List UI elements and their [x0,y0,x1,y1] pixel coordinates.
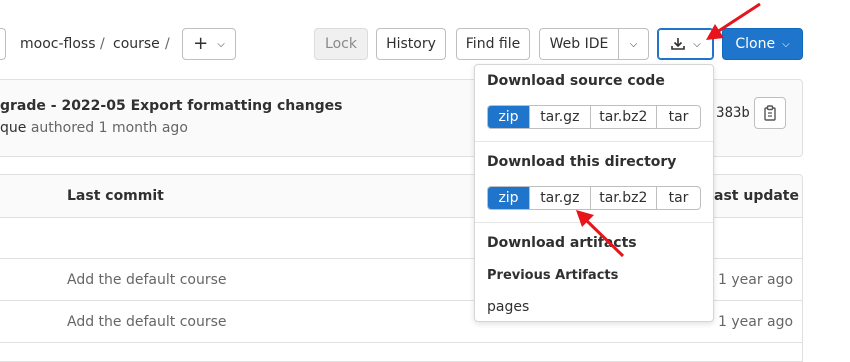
breadcrumb-separator: / [165,36,170,52]
source-format-group: zip tar.gz tar.bz2 tar [487,105,701,129]
header-last-update: ast update [714,188,799,204]
web-ide-dropdown-toggle[interactable]: ⌵ [618,28,649,60]
divider [475,141,713,142]
download-icon [671,38,686,50]
directory-targz-option[interactable]: tar.gz [529,187,590,209]
chevron-down-icon: ⌵ [217,38,225,50]
table-row[interactable] [0,342,803,362]
plus-icon: + [193,33,209,54]
chevron-down-icon: ⌵ [693,38,701,50]
copy-icon [764,105,776,121]
header-last-commit: Last commit [67,188,164,204]
row-commit-message[interactable]: Add the default course [67,314,227,330]
source-zip-option[interactable]: zip [488,106,530,128]
lock-button[interactable]: Lock [314,28,368,60]
source-targz-option[interactable]: tar.gz [529,106,590,128]
commit-author[interactable]: que [0,120,26,136]
row-commit-message[interactable]: Add the default course [67,272,227,288]
commit-sha[interactable]: 383b [713,98,753,128]
download-artifacts-heading: Download artifacts [487,235,637,251]
add-to-tree-button[interactable]: + ⌵ [182,28,236,60]
artifact-item-pages[interactable]: pages [487,299,529,315]
directory-tar-option[interactable]: tar [656,187,700,209]
commit-author-line: que authored 1 month ago [0,120,188,136]
breadcrumb-separator: / [100,36,105,52]
row-last-update: 1 year ago [718,272,794,288]
cutoff-left-button[interactable] [0,28,6,60]
directory-tarbz2-option[interactable]: tar.bz2 [589,187,656,209]
history-button[interactable]: History [376,28,446,60]
download-button[interactable]: ⌵ [657,28,714,60]
directory-zip-option[interactable]: zip [488,187,530,209]
source-tarbz2-option[interactable]: tar.bz2 [589,106,656,128]
copy-sha-button[interactable] [754,97,786,129]
web-ide-button[interactable]: Web IDE [539,28,619,60]
previous-artifacts-label: Previous Artifacts [487,268,619,283]
row-last-update: 1 year ago [718,314,794,330]
commit-message[interactable]: grade - 2022-05 Export formatting change… [0,98,343,114]
clone-button[interactable]: Clone ⌵ [722,28,803,60]
download-source-heading: Download source code [487,73,665,89]
download-directory-heading: Download this directory [487,154,677,170]
chevron-down-icon: ⌵ [782,38,790,50]
source-tar-option[interactable]: tar [656,106,700,128]
chevron-down-icon: ⌵ [629,38,638,50]
directory-format-group: zip tar.gz tar.bz2 tar [487,186,701,210]
clone-label: Clone [735,36,776,52]
divider [475,222,713,223]
download-dropdown: Download source code zip tar.gz tar.bz2 … [474,64,714,322]
find-file-button[interactable]: Find file [456,28,530,60]
breadcrumb-namespace[interactable]: mooc-floss [20,36,96,52]
breadcrumb-project[interactable]: course [113,36,160,52]
commit-authored-time: authored 1 month ago [30,120,188,136]
